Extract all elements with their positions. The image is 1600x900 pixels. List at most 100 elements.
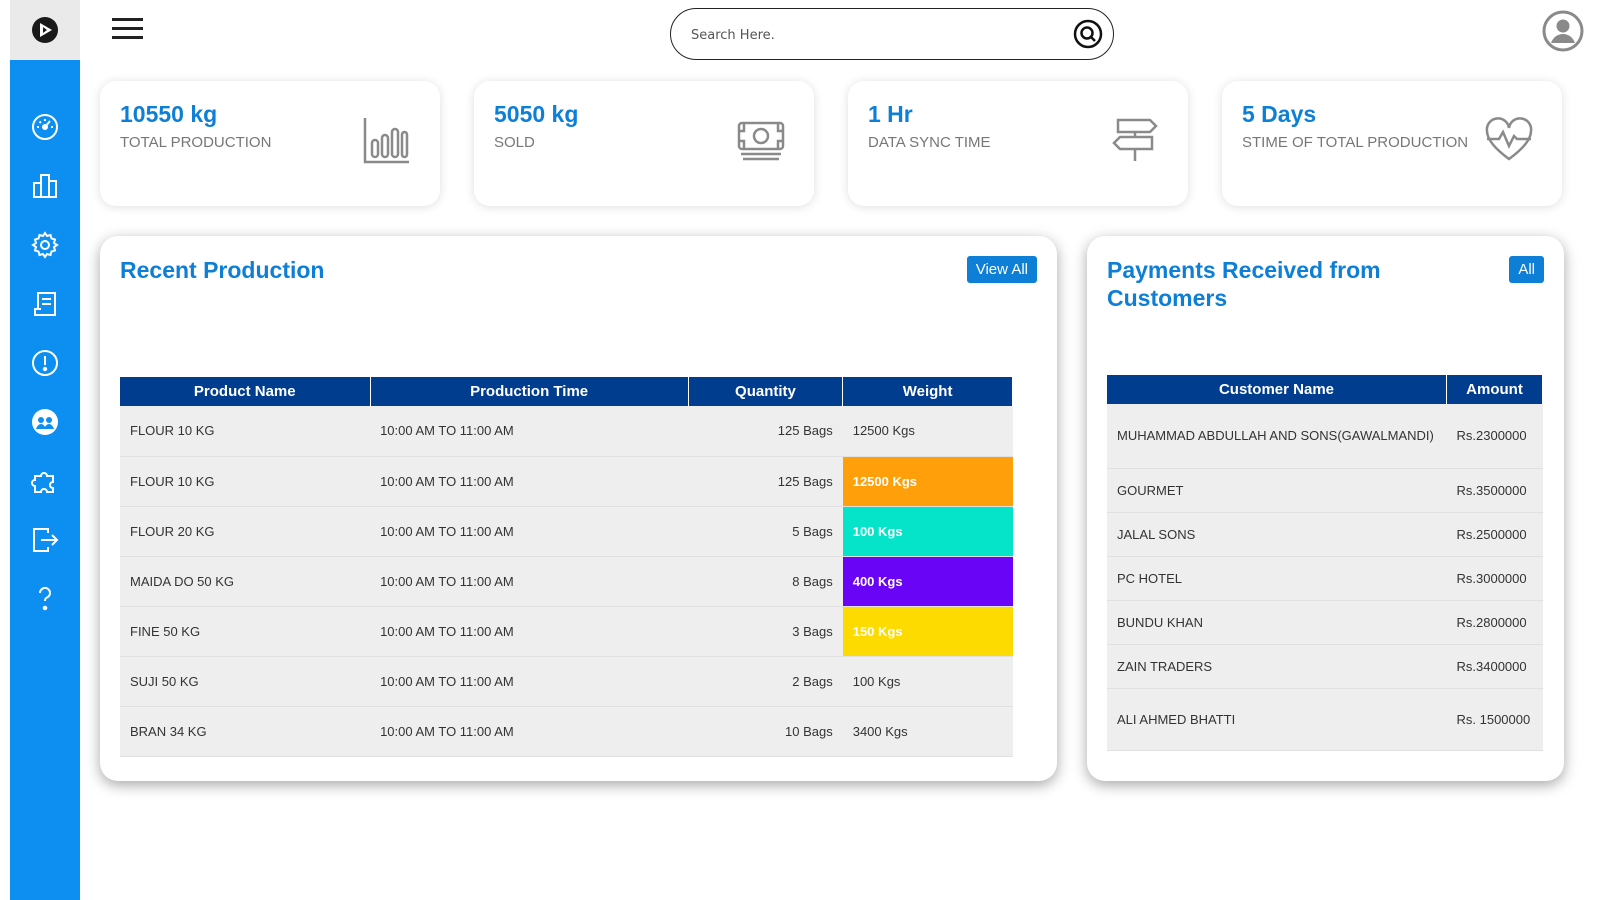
customer-cell: ALI AHMED BHATTI <box>1107 688 1447 751</box>
settings-gear-icon <box>31 231 59 259</box>
stat-card-production-time: 5 Days STIME OF TOTAL PRODUCTION <box>1222 81 1562 206</box>
weight-cell: 100 Kgs <box>842 656 1013 707</box>
payments-panel: Payments Received from Customers All Cus… <box>1087 236 1564 781</box>
view-all-button[interactable]: View All <box>966 256 1037 283</box>
logo-icon <box>32 17 58 43</box>
stat-label: STIME OF TOTAL PRODUCTION <box>1242 134 1469 151</box>
amount-cell: Rs. 1500000 <box>1446 688 1543 751</box>
quantity-cell: 10 Bags <box>688 706 843 757</box>
search-button[interactable] <box>1071 17 1105 51</box>
panel-title-line: Payments Received from <box>1107 257 1381 283</box>
sidebar-item-settings[interactable] <box>10 225 80 265</box>
quantity-cell: 2 Bags <box>688 656 843 707</box>
product-cell: BRAN 34 KG <box>120 706 371 757</box>
product-cell: FINE 50 KG <box>120 606 371 657</box>
stat-label: SOLD <box>494 134 535 151</box>
quantity-cell: 8 Bags <box>688 556 843 607</box>
customer-cell: ZAIN TRADERS <box>1107 644 1447 689</box>
customer-cell: JALAL SONS <box>1107 512 1447 557</box>
sidebar-item-alerts[interactable] <box>10 343 80 383</box>
column-header[interactable]: Customer Name <box>1107 375 1447 404</box>
dashboard-gauge-icon <box>32 114 58 140</box>
customer-cell: GOURMET <box>1107 468 1447 513</box>
time-cell: 10:00 AM TO 11:00 AM <box>370 556 689 607</box>
customer-cell: MUHAMMAD ABDULLAH AND SONS(GAWALMANDI) <box>1107 404 1447 469</box>
signpost-icon <box>1112 118 1158 161</box>
user-avatar[interactable] <box>1542 10 1584 52</box>
quantity-cell: 125 Bags <box>688 406 843 457</box>
table-row[interactable]: SUJI 50 KG 10:00 AM TO 11:00 AM 2 Bags 100 … <box>120 656 1013 707</box>
hamburger-icon <box>112 18 143 21</box>
column-header[interactable]: Weight <box>842 377 1013 406</box>
column-header[interactable]: Product Name <box>120 377 371 406</box>
weight-cell: 150 Kgs <box>842 606 1013 657</box>
customer-cell: BUNDU KHAN <box>1107 600 1447 645</box>
customer-cell: PC HOTEL <box>1107 556 1447 601</box>
amount-cell: Rs.2500000 <box>1446 512 1543 557</box>
table-row[interactable]: ALI AHMED BHATTI Rs. 1500000 <box>1107 688 1543 751</box>
weight-cell: 100 Kgs <box>842 506 1013 557</box>
sidebar-item-reports[interactable] <box>10 284 80 324</box>
table-row[interactable]: ZAIN TRADERS Rs.3400000 <box>1107 644 1543 689</box>
logout-icon <box>33 528 59 552</box>
production-table: Product Name Production Time Quantity We… <box>120 377 1013 757</box>
product-cell: FLOUR 20 KG <box>120 506 371 557</box>
table-header-row: Customer Name Amount <box>1107 375 1543 404</box>
table-row[interactable]: FLOUR 10 KG 10:00 AM TO 11:00 AM 125 Bags 1… <box>120 456 1013 507</box>
stat-card-data-sync: 1 Hr DATA SYNC TIME <box>848 81 1188 206</box>
search-bar <box>670 8 1114 60</box>
search-input[interactable] <box>691 23 1051 47</box>
help-icon <box>38 586 51 611</box>
table-row[interactable]: BRAN 34 KG 10:00 AM TO 11:00 AM 10 Bags 340… <box>120 706 1013 757</box>
bar-chart-icon <box>363 118 409 164</box>
weight-cell: 3400 Kgs <box>842 706 1013 757</box>
time-cell: 10:00 AM TO 11:00 AM <box>370 506 689 557</box>
amount-cell: Rs.2300000 <box>1446 404 1543 469</box>
stat-value: 10550 kg <box>120 101 218 127</box>
table-row[interactable]: MAIDA DO 50 KG 10:00 AM TO 11:00 AM 8 Bags… <box>120 556 1013 607</box>
amount-cell: Rs.3500000 <box>1446 468 1543 513</box>
menu-toggle-button[interactable] <box>112 18 146 42</box>
table-row[interactable]: PC HOTEL Rs.3000000 <box>1107 556 1543 601</box>
panel-title: Recent Production <box>120 257 325 283</box>
table-row[interactable]: MUHAMMAD ABDULLAH AND SONS(GAWALMANDI) Rs… <box>1107 404 1543 469</box>
table-header-row: Product Name Production Time Quantity We… <box>120 377 1013 406</box>
stat-card-sold: 5050 kg SOLD <box>474 81 814 206</box>
stat-value: 5 Days <box>1242 101 1317 127</box>
column-header[interactable]: Production Time <box>370 377 689 406</box>
user-profile-icon <box>1542 10 1584 52</box>
column-header[interactable]: Quantity <box>688 377 844 406</box>
quantity-cell: 3 Bags <box>688 606 843 657</box>
payments-table: Customer Name Amount MUHAMMAD ABDULLAH A… <box>1107 375 1543 751</box>
weight-cell: 12500 Kgs <box>842 456 1013 507</box>
sidebar-item-plugins[interactable] <box>10 461 80 501</box>
table-row[interactable]: FLOUR 10 KG 10:00 AM TO 11:00 AM 125 Bags 1… <box>120 406 1013 457</box>
product-cell: FLOUR 10 KG <box>120 456 371 507</box>
table-row[interactable]: GOURMET Rs.3500000 <box>1107 468 1543 513</box>
table-row[interactable]: JALAL SONS Rs.2500000 <box>1107 512 1543 557</box>
sidebar-item-dashboard[interactable] <box>10 107 80 147</box>
logo[interactable] <box>10 0 80 60</box>
stat-value: 1 Hr <box>868 101 913 127</box>
time-cell: 10:00 AM TO 11:00 AM <box>370 706 689 757</box>
panel-title-line: Customers <box>1107 285 1228 311</box>
column-header[interactable]: Amount <box>1446 375 1543 404</box>
time-cell: 10:00 AM TO 11:00 AM <box>370 406 689 457</box>
amount-cell: Rs.2800000 <box>1446 600 1543 645</box>
table-row[interactable]: FINE 50 KG 10:00 AM TO 11:00 AM 3 Bags 150 … <box>120 606 1013 657</box>
time-cell: 10:00 AM TO 11:00 AM <box>370 606 689 657</box>
sidebar-item-users[interactable] <box>10 402 80 442</box>
weight-cell: 400 Kgs <box>842 556 1013 607</box>
sidebar-item-help[interactable] <box>10 579 80 619</box>
buildings-icon <box>33 174 57 198</box>
sidebar-item-logout[interactable] <box>10 520 80 560</box>
sidebar-item-buildings[interactable] <box>10 166 80 206</box>
product-cell: SUJI 50 KG <box>120 656 371 707</box>
table-row[interactable]: BUNDU KHAN Rs.2800000 <box>1107 600 1543 645</box>
table-row[interactable]: FLOUR 20 KG 10:00 AM TO 11:00 AM 5 Bags 100… <box>120 506 1013 557</box>
all-payments-button[interactable]: All <box>1509 256 1544 283</box>
time-cell: 10:00 AM TO 11:00 AM <box>370 656 689 707</box>
users-icon <box>32 409 58 435</box>
quantity-cell: 5 Bags <box>688 506 843 557</box>
product-cell: FLOUR 10 KG <box>120 406 371 457</box>
